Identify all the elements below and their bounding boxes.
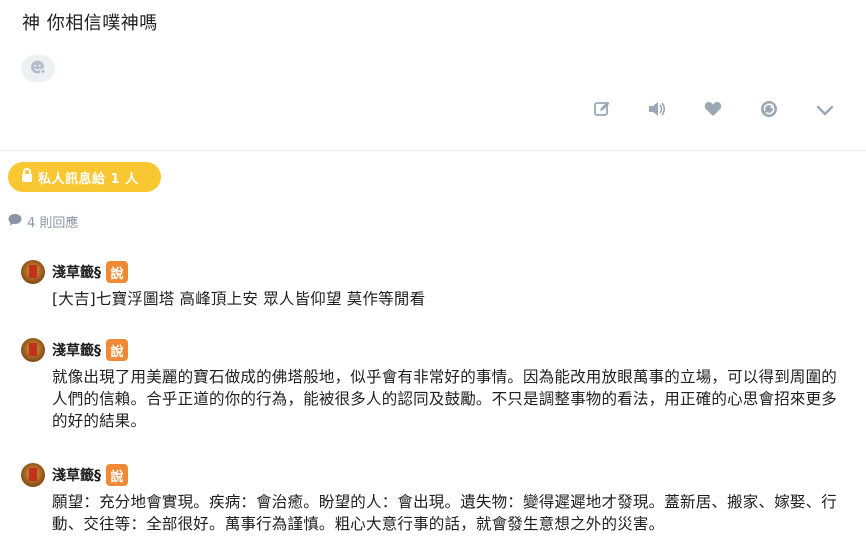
heart-icon: [704, 101, 722, 121]
reply-author[interactable]: 淺草籤§: [52, 465, 101, 485]
add-reaction-button[interactable]: [21, 55, 55, 82]
divider: [0, 150, 866, 151]
avatar[interactable]: [21, 338, 45, 362]
replurk-icon: [760, 100, 778, 122]
chevron-down-icon: [816, 102, 834, 121]
reply-text: [大吉]七寶浮圖塔 高峰頂上安 眾人皆仰望 莫作等閒看: [52, 290, 426, 308]
like-button[interactable]: [702, 100, 724, 122]
reply-count[interactable]: 4 則回應: [8, 212, 78, 231]
reply-item: 淺草籤§ 說 [大吉]七寶浮圖塔 高峰頂上安 眾人皆仰望 莫作等閒看: [21, 259, 851, 310]
qualifier-badge: 說: [106, 464, 128, 486]
mute-icon: [647, 100, 667, 122]
avatar[interactable]: [21, 260, 45, 284]
replurk-button[interactable]: [758, 100, 780, 122]
more-options-button[interactable]: [814, 100, 836, 122]
qualifier-badge: 說: [106, 261, 128, 283]
post-text: 神 你相信噗神嗎: [22, 13, 158, 34]
private-badge-label: 私人訊息給 1 人: [38, 171, 139, 187]
emoji-add-icon: [30, 59, 46, 79]
qualifier-badge: 說: [106, 339, 128, 361]
reply-text: 就像出現了用美麗的寶石做成的佛塔般地，似乎會有非常好的事情。因為能改用放眼萬事的…: [52, 368, 838, 430]
plurk-action-bar: [0, 100, 866, 122]
reply-author[interactable]: 淺草籤§: [52, 262, 101, 282]
mute-button[interactable]: [646, 100, 668, 122]
lock-icon: [21, 168, 33, 186]
reply-author[interactable]: 淺草籤§: [52, 340, 101, 360]
edit-icon: [593, 100, 611, 122]
reply-item: 淺草籤§ 說 就像出現了用美麗的寶石做成的佛塔般地，似乎會有非常好的事情。因為能…: [21, 337, 851, 432]
reply-count-label: 4 則回應: [27, 216, 79, 231]
edit-button[interactable]: [591, 100, 613, 122]
avatar[interactable]: [21, 463, 45, 487]
speech-bubble-icon: [8, 213, 22, 230]
reply-item: 淺草籤§ 說 願望：充分地會實現。疾病：會治癒。盼望的人：會出現。遺失物：變得遲…: [21, 462, 851, 535]
private-message-badge[interactable]: 私人訊息給 1 人: [8, 162, 161, 192]
reply-text: 願望：充分地會實現。疾病：會治癒。盼望的人：會出現。遺失物：變得遲遲地才發現。蓋…: [52, 493, 838, 533]
